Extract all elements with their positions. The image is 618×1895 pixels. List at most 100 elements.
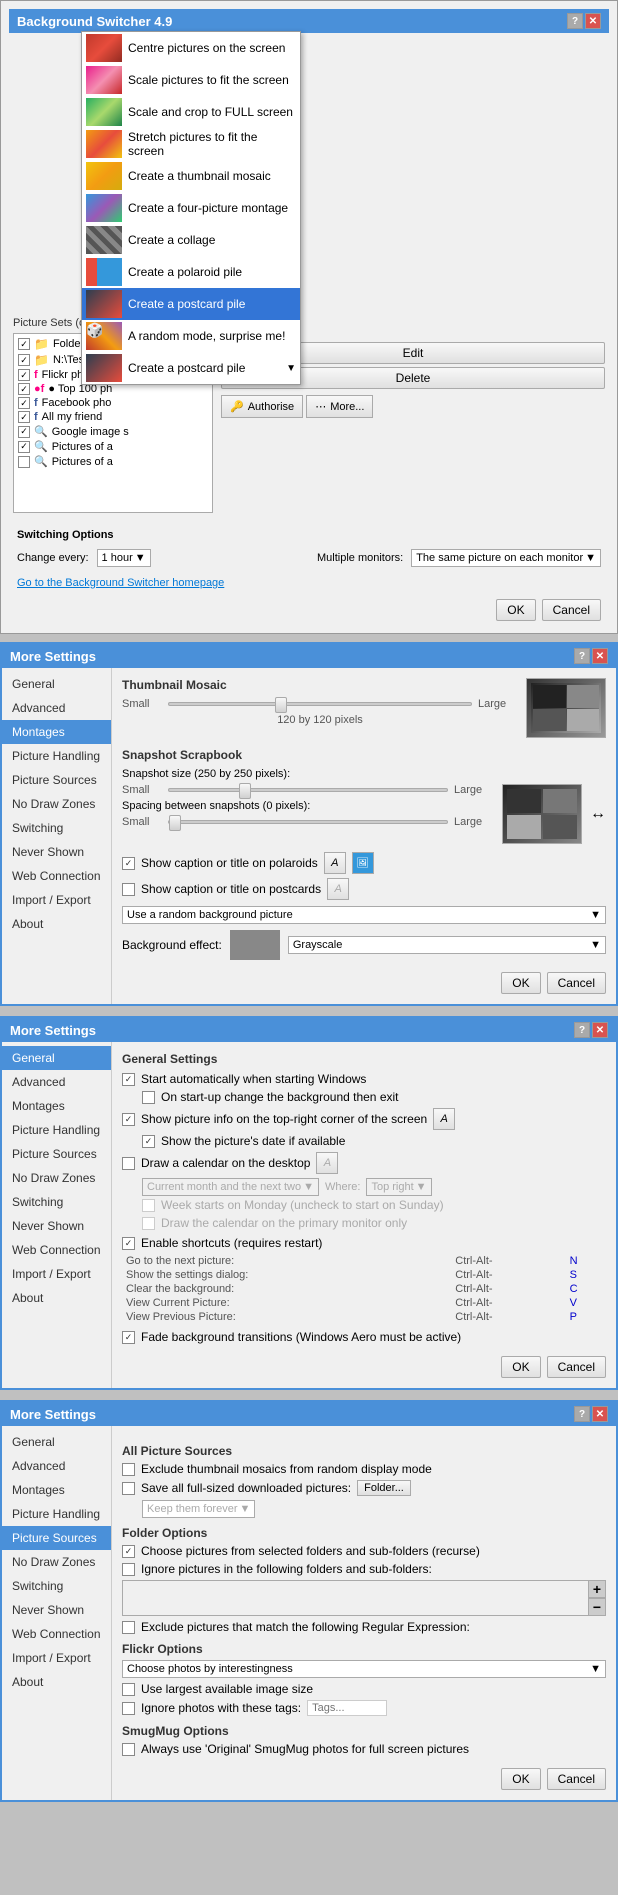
- help-button-montages[interactable]: ?: [574, 648, 590, 664]
- sidebar-item-about3[interactable]: About: [2, 1670, 111, 1694]
- checkbox-caption-polaroids[interactable]: [122, 857, 135, 870]
- sidebar-item-advanced2[interactable]: Advanced: [2, 1070, 111, 1094]
- sidebar-item-about[interactable]: About: [2, 912, 111, 936]
- bg-effect-select[interactable]: Grayscale ▼: [288, 936, 606, 954]
- close-button-general[interactable]: ✕: [592, 1022, 608, 1038]
- sidebar-item-import-export2[interactable]: Import / Export: [2, 1262, 111, 1286]
- sidebar-item-picture-handling3[interactable]: Picture Handling: [2, 1502, 111, 1526]
- add-folder-button[interactable]: +: [588, 1580, 606, 1598]
- ignore-folders-input[interactable]: [122, 1580, 606, 1616]
- thumbnail-size-slider[interactable]: [168, 702, 472, 706]
- checkbox-show-pic-info[interactable]: [122, 1113, 135, 1126]
- change-every-select[interactable]: 1 hour ▼: [97, 549, 151, 567]
- cancel-button[interactable]: Cancel: [542, 599, 601, 621]
- checkbox-exclude-thumbnails[interactable]: [122, 1463, 135, 1476]
- authorise-button[interactable]: 🔑 Authorise: [221, 395, 303, 418]
- sidebar-item-montages3[interactable]: Montages: [2, 1478, 111, 1502]
- folder-button[interactable]: Folder...: [357, 1480, 411, 1496]
- sidebar-item-general2[interactable]: General: [2, 1046, 111, 1070]
- sidebar-item-general[interactable]: General: [2, 672, 111, 696]
- sidebar-item-web-connection2[interactable]: Web Connection: [2, 1238, 111, 1262]
- checkbox-friends[interactable]: [18, 411, 30, 423]
- checkbox-startup-exit[interactable]: [142, 1091, 155, 1104]
- spacing-slider[interactable]: [168, 820, 448, 824]
- sidebar-item-advanced[interactable]: Advanced: [2, 696, 111, 720]
- checkbox-facebook[interactable]: [18, 397, 30, 409]
- ok-button-pic-sources[interactable]: OK: [501, 1768, 540, 1790]
- dropdown-item-postcard2[interactable]: Create a postcard pile ▼: [82, 352, 300, 384]
- help-button[interactable]: ?: [567, 13, 583, 29]
- sidebar-item-picture-sources2[interactable]: Picture Sources: [2, 1142, 111, 1166]
- sidebar-item-montages[interactable]: Montages: [2, 720, 111, 744]
- dropdown-item-stretch[interactable]: Stretch pictures to fit the screen: [82, 128, 300, 160]
- checkbox-caption-postcards[interactable]: [122, 883, 135, 896]
- ok-button-general[interactable]: OK: [501, 1356, 540, 1378]
- checkbox-always-original[interactable]: [122, 1743, 135, 1756]
- help-button-general[interactable]: ?: [574, 1022, 590, 1038]
- random-bg-dropdown[interactable]: Use a random background picture ▼: [122, 906, 606, 924]
- list-item[interactable]: f All my friend: [16, 410, 210, 424]
- checkbox-pics-a2[interactable]: [18, 456, 30, 468]
- sidebar-item-never-shown[interactable]: Never Shown: [2, 840, 111, 864]
- flickr-by-select[interactable]: Choose photos by interestingness ▼: [122, 1660, 606, 1678]
- sidebar-item-import-export3[interactable]: Import / Export: [2, 1646, 111, 1670]
- dropdown-item-polaroid[interactable]: Create a polaroid pile: [82, 256, 300, 288]
- multiple-monitors-select[interactable]: The same picture on each monitor ▼: [411, 549, 601, 567]
- close-button-montages[interactable]: ✕: [592, 648, 608, 664]
- ok-button-montages[interactable]: OK: [501, 972, 540, 994]
- remove-folder-button[interactable]: −: [588, 1598, 606, 1616]
- sidebar-item-picture-sources3[interactable]: Picture Sources: [2, 1526, 111, 1550]
- list-item[interactable]: f Facebook pho: [16, 396, 210, 410]
- image-icon-polaroids[interactable]: 🖼: [352, 852, 374, 874]
- homepage-link[interactable]: Go to the Background Switcher homepage: [17, 577, 601, 589]
- sidebar-item-about2[interactable]: About: [2, 1286, 111, 1310]
- dropdown-item-scalecrop[interactable]: Scale and crop to FULL screen: [82, 96, 300, 128]
- list-item[interactable]: 🔍 Google image s: [16, 424, 210, 439]
- dropdown-item-mosaic[interactable]: Create a thumbnail mosaic: [82, 160, 300, 192]
- sidebar-item-picture-sources[interactable]: Picture Sources: [2, 768, 111, 792]
- font-icon-polaroids[interactable]: A: [324, 852, 346, 874]
- sidebar-item-switching[interactable]: Switching: [2, 816, 111, 840]
- sidebar-item-picture-handling[interactable]: Picture Handling: [2, 744, 111, 768]
- checkbox-ignore-folders[interactable]: [122, 1563, 135, 1576]
- checkbox-exclude-regex[interactable]: [122, 1621, 135, 1634]
- checkbox-draw-calendar[interactable]: [122, 1157, 135, 1170]
- ok-button[interactable]: OK: [496, 599, 535, 621]
- checkbox-start-auto[interactable]: [122, 1073, 135, 1086]
- font-icon-postcards[interactable]: A: [327, 878, 349, 900]
- sidebar-item-import-export[interactable]: Import / Export: [2, 888, 111, 912]
- sidebar-item-switching3[interactable]: Switching: [2, 1574, 111, 1598]
- sidebar-item-switching2[interactable]: Switching: [2, 1190, 111, 1214]
- checkbox-ignore-tags[interactable]: [122, 1702, 135, 1715]
- cancel-button-general[interactable]: Cancel: [547, 1356, 606, 1378]
- sidebar-item-web-connection[interactable]: Web Connection: [2, 864, 111, 888]
- checkbox-shortcuts[interactable]: [122, 1237, 135, 1250]
- checkbox-use-largest[interactable]: [122, 1683, 135, 1696]
- font-icon-calendar[interactable]: A: [316, 1152, 338, 1174]
- checkbox-choose-pictures[interactable]: [122, 1545, 135, 1558]
- close-button[interactable]: ✕: [585, 13, 601, 29]
- dropdown-item-postcard[interactable]: Create a postcard pile: [82, 288, 300, 320]
- dropdown-item-collage[interactable]: Create a collage: [82, 224, 300, 256]
- checkbox-top100[interactable]: [18, 383, 30, 395]
- sidebar-item-general3[interactable]: General: [2, 1430, 111, 1454]
- sidebar-item-web-connection3[interactable]: Web Connection: [2, 1622, 111, 1646]
- dropdown-item-centre[interactable]: Centre pictures on the screen: [82, 32, 300, 64]
- sidebar-item-no-draw-zones3[interactable]: No Draw Zones: [2, 1550, 111, 1574]
- checkbox-flickr[interactable]: [18, 369, 30, 381]
- sidebar-item-picture-handling2[interactable]: Picture Handling: [2, 1118, 111, 1142]
- dropdown-item-scale[interactable]: Scale pictures to fit the screen: [82, 64, 300, 96]
- checkbox-folders[interactable]: [18, 338, 30, 350]
- help-button-pic-sources[interactable]: ?: [574, 1406, 590, 1422]
- slider-thumb[interactable]: [169, 815, 181, 831]
- cancel-button-montages[interactable]: Cancel: [547, 972, 606, 994]
- tags-input[interactable]: [307, 1700, 387, 1716]
- sidebar-item-montages2[interactable]: Montages: [2, 1094, 111, 1118]
- slider-thumb[interactable]: [239, 783, 251, 799]
- sidebar-item-no-draw-zones2[interactable]: No Draw Zones: [2, 1166, 111, 1190]
- list-item[interactable]: 🔍 Pictures of a: [16, 439, 210, 454]
- dropdown-item-four[interactable]: Create a four-picture montage: [82, 192, 300, 224]
- cancel-button-pic-sources[interactable]: Cancel: [547, 1768, 606, 1790]
- sidebar-item-never-shown2[interactable]: Never Shown: [2, 1214, 111, 1238]
- slider-thumb[interactable]: [275, 697, 287, 713]
